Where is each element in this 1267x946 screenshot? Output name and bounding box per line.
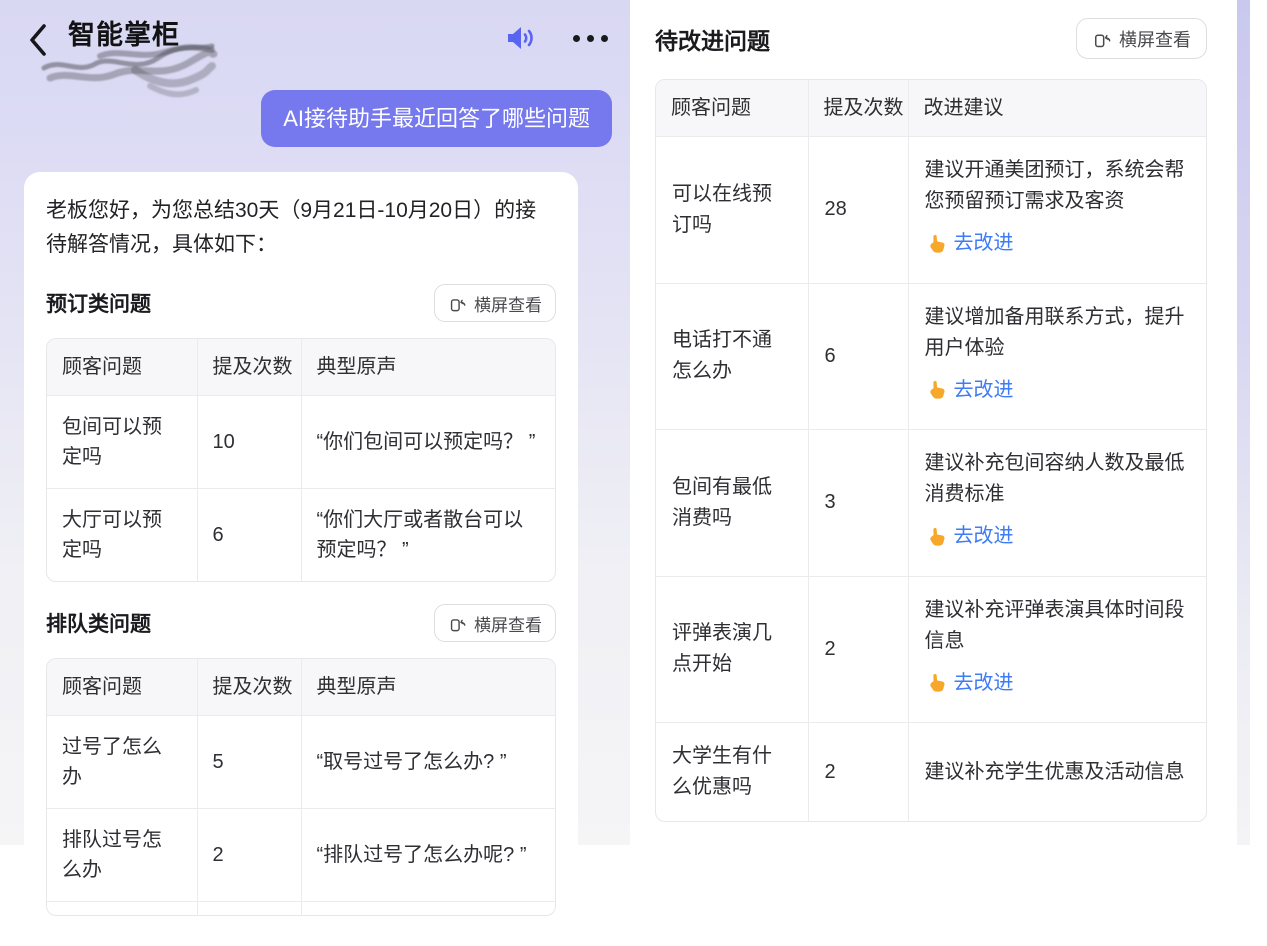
- improvement-table: 顾客问题提及次数改进建议 可以在线预订吗28建议开通美团预订，系统会帮您预留预订…: [656, 80, 1206, 821]
- column-header: 提及次数: [808, 80, 908, 137]
- table-row: 评弹表演几点开始2建议补充评弹表演具体时间段信息去改进: [656, 576, 1206, 723]
- table-cell: “你们大厅或者散台可以预定吗？ ”: [301, 489, 555, 582]
- count-cell: 2: [808, 723, 908, 822]
- pointing-hand-icon: [925, 233, 947, 255]
- question-table: 顾客问题提及次数典型原声 包间可以预定吗10“你们包间可以预定吗？ ”大厅可以预…: [47, 339, 555, 581]
- landscape-view-button[interactable]: 横屏查看: [1076, 18, 1207, 59]
- table-cell: [47, 902, 197, 915]
- table-row: 包间有最低消费吗3建议补充包间容纳人数及最低消费标准去改进: [656, 430, 1206, 577]
- speaker-icon: [504, 24, 538, 52]
- go-improve-link[interactable]: 去改进: [925, 668, 1014, 699]
- suggestion-cell: 建议补充包间容纳人数及最低消费标准去改进: [908, 430, 1206, 577]
- column-header: 顾客问题: [47, 339, 197, 396]
- section-title: 预订类问题: [46, 288, 151, 318]
- table-cell: “你们包间可以预定吗？ ”: [301, 396, 555, 489]
- suggestion-cell: 建议开通美团预订，系统会帮您预留预订需求及客资去改进: [908, 137, 1206, 284]
- pointing-hand-icon: [925, 379, 947, 401]
- suggestion-text: 建议增加备用联系方式，提升用户体验: [925, 302, 1191, 364]
- count-cell: 28: [808, 137, 908, 284]
- table-cell: 6: [197, 489, 301, 582]
- assistant-message-card: 老板您好，为您总结30天（9月21日-10月20日）的接待解答情况，具体如下： …: [24, 172, 578, 946]
- go-improve-link[interactable]: 去改进: [925, 521, 1014, 552]
- question-cell: 包间有最低消费吗: [656, 430, 808, 577]
- chat-card-sections: 预订类问题 横屏查看 顾客问题提及次数典型原声 包间可以预定吗10“你们包间可以…: [46, 284, 556, 916]
- table-row: 排队过号怎么办2“排队过号了怎么办呢? ”: [47, 809, 555, 902]
- question-cell: 大学生有什么优惠吗: [656, 723, 808, 822]
- table-cell: “排队过号了怎么办呢? ”: [301, 809, 555, 902]
- pointing-hand-icon: [925, 526, 947, 548]
- column-header: 典型原声: [301, 339, 555, 396]
- suggestion-cell: 建议补充评弹表演具体时间段信息去改进: [908, 576, 1206, 723]
- table-cell: 过号了怎么办: [47, 716, 197, 809]
- go-improve-label: 去改进: [954, 375, 1014, 406]
- landscape-view-button[interactable]: 横屏查看: [434, 604, 556, 642]
- suggestion-text: 建议补充评弹表演具体时间段信息: [925, 595, 1191, 657]
- count-cell: 2: [808, 576, 908, 723]
- column-header: 典型原声: [301, 659, 555, 716]
- table-row: 大学生有什么优惠吗2 建议补充学生优惠及活动信息: [656, 723, 1206, 822]
- suggestion-cell: 建议增加备用联系方式，提升用户体验去改进: [908, 283, 1206, 430]
- go-improve-label: 去改进: [954, 521, 1014, 552]
- intro-text: 老板您好，为您总结30天（9月21日-10月20日）的接待解答情况，具体如下：: [46, 194, 556, 262]
- speaker-button[interactable]: [504, 24, 538, 52]
- table-cell: 大厅可以预定吗: [47, 489, 197, 582]
- go-improve-link[interactable]: 去改进: [925, 228, 1014, 259]
- column-header: 改进建议: [908, 80, 1206, 137]
- background-strip: [1237, 0, 1250, 845]
- go-improve-link[interactable]: 去改进: [925, 375, 1014, 406]
- suggestion-text: 建议补充包间容纳人数及最低消费标准: [925, 448, 1191, 510]
- table-row: 可以在线预订吗28建议开通美团预订，系统会帮您预留预订需求及客资去改进: [656, 137, 1206, 284]
- rotate-screen-icon: [1092, 29, 1112, 49]
- go-improve-label: 去改进: [954, 228, 1014, 259]
- count-cell: 3: [808, 430, 908, 577]
- count-cell: 6: [808, 283, 908, 430]
- suggestion-text: 建议开通美团预订，系统会帮您预留预订需求及客资: [925, 155, 1191, 217]
- column-header: 顾客问题: [47, 659, 197, 716]
- suggestion-text: 建议补充学生优惠及活动信息: [925, 757, 1191, 788]
- chat-pane: 智能掌柜 AI接待助手最近回答了哪些问题 老板您好，为您总结30天（9月21日-…: [0, 0, 630, 845]
- table-cell: 5: [197, 716, 301, 809]
- table-cell: 2: [197, 809, 301, 902]
- table-cell: [301, 902, 555, 915]
- column-header: 提及次数: [197, 659, 301, 716]
- user-message-bubble: AI接待助手最近回答了哪些问题: [261, 90, 612, 147]
- table-cell: 排队过号怎么办: [47, 809, 197, 902]
- column-header: 提及次数: [197, 339, 301, 396]
- question-cell: 可以在线预订吗: [656, 137, 808, 284]
- pointing-hand-icon: [925, 672, 947, 694]
- table-cell: [197, 902, 301, 915]
- landscape-view-button[interactable]: 横屏查看: [434, 284, 556, 322]
- table-row: 电话打不通怎么办6建议增加备用联系方式，提升用户体验去改进: [656, 283, 1206, 430]
- improvement-panel: 待改进问题 横屏查看 顾客问题提及次数改进建议 可以在线预订吗28建议开通美团预…: [630, 0, 1267, 845]
- rotate-screen-icon: [448, 614, 467, 633]
- column-header: 顾客问题: [656, 80, 808, 137]
- table-row-partial: [47, 902, 555, 915]
- more-button[interactable]: [566, 35, 608, 42]
- table-row: 包间可以预定吗10“你们包间可以预定吗？ ”: [47, 396, 555, 489]
- table-row: 过号了怎么办5“取号过号了怎么办? ”: [47, 716, 555, 809]
- table-cell: “取号过号了怎么办? ”: [301, 716, 555, 809]
- rotate-screen-icon: [448, 294, 467, 313]
- question-section: 排队类问题 横屏查看 顾客问题提及次数典型原声 过号了怎么办5“取号过号了怎么办…: [46, 604, 556, 916]
- table-cell: 10: [197, 396, 301, 489]
- question-section: 预订类问题 横屏查看 顾客问题提及次数典型原声 包间可以预定吗10“你们包间可以…: [46, 284, 556, 582]
- go-improve-label: 去改进: [954, 668, 1014, 699]
- improvement-title: 待改进问题: [655, 22, 770, 56]
- table-row: 大厅可以预定吗6“你们大厅或者散台可以预定吗？ ”: [47, 489, 555, 582]
- question-cell: 评弹表演几点开始: [656, 576, 808, 723]
- ellipsis-icon: [573, 35, 580, 42]
- table-cell: 包间可以预定吗: [47, 396, 197, 489]
- question-cell: 电话打不通怎么办: [656, 283, 808, 430]
- section-title: 排队类问题: [46, 608, 151, 638]
- question-table: 顾客问题提及次数典型原声 过号了怎么办5“取号过号了怎么办? ”排队过号怎么办2…: [47, 659, 555, 915]
- title-scribble: [40, 40, 218, 104]
- suggestion-cell: 建议补充学生优惠及活动信息: [908, 723, 1206, 822]
